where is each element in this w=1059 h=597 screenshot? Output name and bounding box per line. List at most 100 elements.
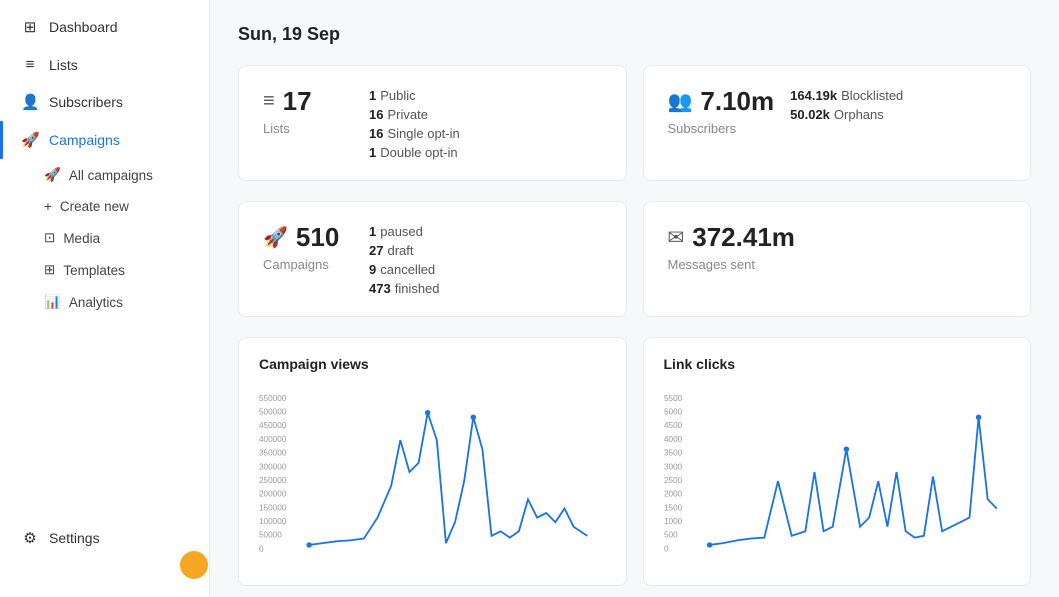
sidebar-sub-all-campaigns[interactable]: 🚀 All campaigns: [0, 159, 209, 191]
subscribers-count: 7.10m: [700, 86, 774, 117]
link-clicks-chart: 5500 5000 4500 4000 3500 3000 2500 2000 …: [664, 382, 1011, 562]
sidebar-label-settings: Settings: [49, 530, 100, 546]
subscribers-label: Subscribers: [668, 121, 775, 136]
stat-card-lists-right: 1 Public 16 Private 16 Single opt-in 1 D…: [369, 86, 460, 160]
svg-text:550000: 550000: [259, 394, 287, 403]
campaigns-stat-icon: 🚀: [263, 225, 288, 250]
analytics-icon: 📊: [44, 294, 61, 310]
chart-card-clicks: Link clicks 5500 5000 4500 4000 3500 300…: [643, 337, 1032, 586]
campaigns-detail-draft: 27 draft: [369, 243, 440, 258]
sidebar: ⊞ Dashboard ≡ Lists 👤 Subscribers 🚀 Camp…: [0, 0, 210, 597]
orphans-label: Orphans: [834, 107, 884, 122]
sidebar-label-subscribers: Subscribers: [49, 94, 123, 110]
sidebar-label-analytics: Analytics: [69, 295, 123, 310]
chart-clicks-line: [709, 417, 996, 545]
lists-detail-double: 1 Double opt-in: [369, 145, 460, 160]
stat-card-campaigns-right: 1 paused 27 draft 9 cancelled 473 finish…: [369, 222, 440, 296]
chart-card-views: Campaign views 550000 500000 450000 4000…: [238, 337, 627, 586]
sidebar-label-all-campaigns: All campaigns: [69, 168, 153, 183]
stat-card-subscribers-left: 👥 7.10m Subscribers: [668, 86, 775, 136]
lists-single-count: 16: [369, 126, 383, 141]
campaigns-count: 510: [296, 222, 339, 253]
chart-dot: [706, 542, 711, 547]
lists-double-label: Double opt-in: [380, 145, 457, 160]
settings-icon: ⚙: [21, 529, 39, 547]
lists-stat-icon: ≡: [263, 90, 275, 113]
subscribers-detail-blocklisted: 164.19k Blocklisted: [790, 88, 903, 103]
dashboard-icon: ⊞: [21, 18, 39, 36]
chart-views-area: [309, 413, 587, 545]
campaigns-detail-finished: 473 finished: [369, 281, 440, 296]
stat-card-messages-left: ✉ 372.41m Messages sent: [668, 222, 795, 272]
lists-public-label: Public: [380, 88, 415, 103]
sidebar-sub-templates[interactable]: ⊞ Templates: [0, 254, 209, 286]
svg-text:4000: 4000: [664, 435, 683, 444]
lists-label: Lists: [263, 121, 353, 136]
campaigns-icon: 🚀: [21, 131, 39, 149]
campaign-views-chart: 550000 500000 450000 400000 350000 30000…: [259, 382, 606, 562]
chart-clicks-title: Link clicks: [664, 356, 1011, 372]
chart-dot: [843, 446, 848, 451]
messages-stat-icon: ✉: [668, 225, 685, 250]
subscribers-icon: 👤: [21, 93, 39, 111]
stat-card-lists: ≡ 17 Lists 1 Public 16 Private 16 Single…: [238, 65, 627, 181]
sidebar-item-subscribers[interactable]: 👤 Subscribers: [0, 83, 209, 121]
finished-count: 473: [369, 281, 391, 296]
draft-label: draft: [387, 243, 413, 258]
svg-text:100000: 100000: [259, 517, 287, 526]
campaigns-detail-cancelled: 9 cancelled: [369, 262, 440, 277]
svg-text:1500: 1500: [664, 503, 683, 512]
sidebar-sub-analytics[interactable]: 📊 Analytics: [0, 286, 209, 318]
svg-text:400000: 400000: [259, 435, 287, 444]
sidebar-sub-media[interactable]: ⊡ Media: [0, 222, 209, 254]
stat-lists-main: ≡ 17: [263, 86, 353, 117]
svg-text:300000: 300000: [259, 462, 287, 471]
subscribers-detail-orphans: 50.02k Orphans: [790, 107, 903, 122]
svg-text:350000: 350000: [259, 449, 287, 458]
svg-text:2000: 2000: [664, 490, 683, 499]
sidebar-label-media: Media: [63, 231, 100, 246]
sidebar-label-dashboard: Dashboard: [49, 19, 118, 35]
stat-card-campaigns-left: 🚀 510 Campaigns: [263, 222, 353, 272]
stat-card-lists-left: ≡ 17 Lists: [263, 86, 353, 136]
cancelled-count: 9: [369, 262, 376, 277]
sidebar-label-lists: Lists: [49, 57, 78, 73]
svg-text:50000: 50000: [259, 531, 282, 540]
stat-card-campaigns: 🚀 510 Campaigns 1 paused 27 draft 9 canc…: [238, 201, 627, 317]
sidebar-label-templates: Templates: [63, 263, 125, 278]
lists-private-label: Private: [387, 107, 427, 122]
media-icon: ⊡: [44, 230, 55, 246]
charts-row: Campaign views 550000 500000 450000 4000…: [238, 337, 1031, 586]
lists-detail-single: 16 Single opt-in: [369, 126, 460, 141]
campaigns-detail-paused: 1 paused: [369, 224, 440, 239]
stat-campaigns-main: 🚀 510: [263, 222, 353, 253]
chart-dot: [306, 542, 311, 547]
svg-text:250000: 250000: [259, 476, 287, 485]
orphans-count: 50.02k: [790, 107, 830, 122]
messages-label: Messages sent: [668, 257, 795, 272]
blocklisted-label: Blocklisted: [841, 88, 903, 103]
lists-count: 17: [283, 86, 312, 117]
sidebar-item-settings[interactable]: ⚙ Settings: [0, 519, 209, 557]
stat-card-subscribers-right: 164.19k Blocklisted 50.02k Orphans: [790, 86, 903, 122]
lists-detail-public: 1 Public: [369, 88, 460, 103]
subscribers-stat-icon: 👥: [668, 89, 693, 114]
lists-double-count: 1: [369, 145, 376, 160]
chart-dot: [471, 415, 476, 420]
stat-subscribers-main: 👥 7.10m: [668, 86, 775, 117]
svg-text:4500: 4500: [664, 421, 683, 430]
stat-card-subscribers: 👥 7.10m Subscribers 164.19k Blocklisted …: [643, 65, 1032, 181]
svg-text:3500: 3500: [664, 449, 683, 458]
sidebar-item-lists[interactable]: ≡ Lists: [0, 46, 209, 83]
orange-dot-indicator: [180, 551, 208, 579]
sidebar-item-dashboard[interactable]: ⊞ Dashboard: [0, 8, 209, 46]
stat-messages-main: ✉ 372.41m: [668, 222, 795, 253]
svg-text:2500: 2500: [664, 476, 683, 485]
paused-count: 1: [369, 224, 376, 239]
page-date: Sun, 19 Sep: [238, 24, 1031, 45]
svg-text:500000: 500000: [259, 408, 287, 417]
messages-count: 372.41m: [692, 222, 795, 253]
sidebar-sub-create-new[interactable]: + Create new: [0, 191, 209, 222]
cancelled-label: cancelled: [380, 262, 435, 277]
sidebar-item-campaigns[interactable]: 🚀 Campaigns: [0, 121, 209, 159]
